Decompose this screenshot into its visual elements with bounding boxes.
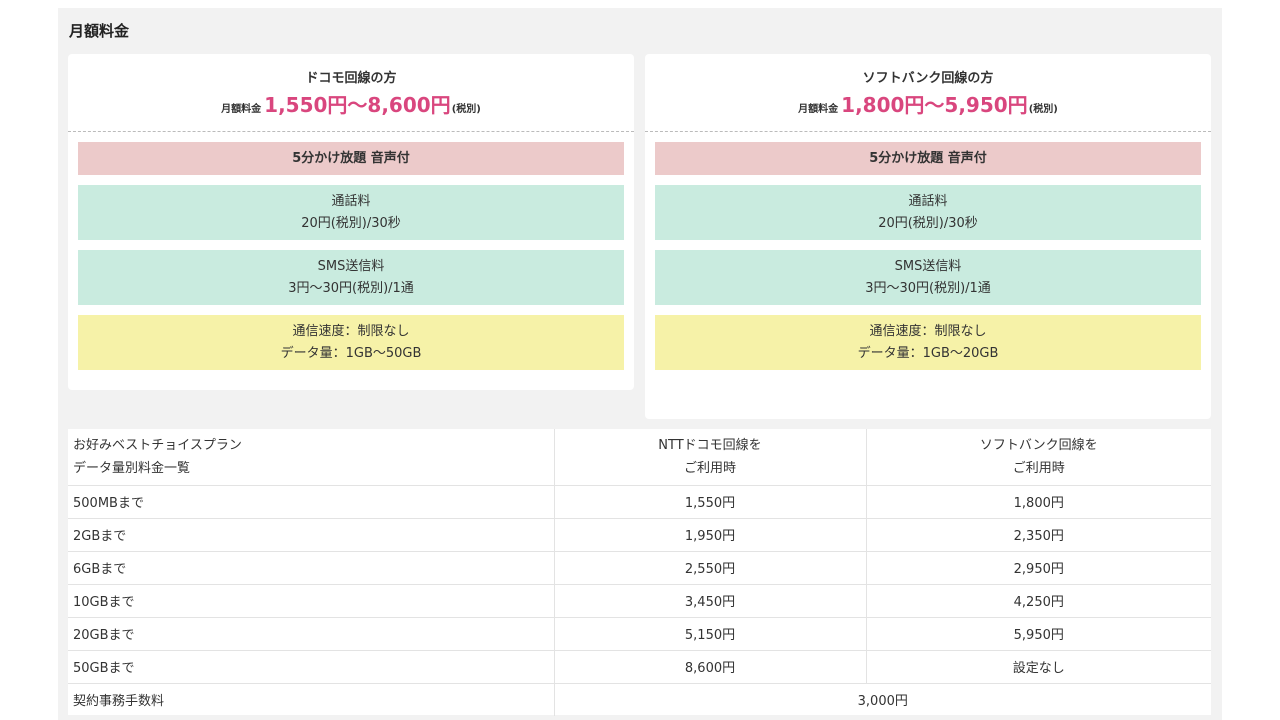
table-row: 50GBまで 8,600円 設定なし <box>68 650 1211 684</box>
row-docomo-price: 3,450円 <box>554 584 867 618</box>
plan-card-header: ソフトバンク回線の方 月額料金 1,800円〜5,950円(税別) <box>645 54 1211 132</box>
table-row: 2GBまで 1,950円 2,350円 <box>68 518 1211 552</box>
data-speed-box: 通信速度：制限なし データ量：1GB〜50GB <box>78 315 624 370</box>
row-label: 6GBまで <box>68 551 555 585</box>
row-docomo-price: 2,550円 <box>554 551 867 585</box>
header-docomo-line2: ご利用時 <box>683 460 736 476</box>
call-fee-value: 20円(税別)/30秒 <box>878 216 978 231</box>
price-tax: (税別) <box>451 104 481 115</box>
sms-fee-value: 3円〜30円(税別)/1通 <box>865 281 991 296</box>
row-docomo-price: 1,550円 <box>554 485 867 519</box>
call-fee-box: 通話料 20円(税別)/30秒 <box>655 185 1201 240</box>
header-plan-cell: お好みベストチョイスプラン データ量別料金一覧 <box>68 429 555 486</box>
row-softbank-price: 4,250円 <box>866 584 1211 618</box>
row-label: 50GBまで <box>68 650 555 684</box>
pricing-section: 月額料金 ドコモ回線の方 月額料金 1,550円〜8,600円(税別) 5分かけ放… <box>58 8 1222 720</box>
price-value: 1,550円〜8,600円 <box>264 93 451 117</box>
table-row: 500MBまで 1,550円 1,800円 <box>68 485 1211 519</box>
header-plan-line1: お好みベストチョイスプラン <box>73 437 242 453</box>
row-label: 20GBまで <box>68 617 555 651</box>
row-docomo-price: 8,600円 <box>554 650 867 684</box>
sms-fee-box: SMS送信料 3円〜30円(税別)/1通 <box>78 250 624 305</box>
sms-fee-title: SMS送信料 <box>317 259 385 274</box>
fee-value: 3,000円 <box>857 694 908 710</box>
price-line: 月額料金 1,550円〜8,600円(税別) <box>68 92 634 123</box>
price-label: 月額料金 <box>798 104 839 115</box>
call-fee-value: 20円(税別)/30秒 <box>301 216 401 231</box>
sms-fee-box: SMS送信料 3円〜30円(税別)/1通 <box>655 250 1201 305</box>
header-docomo-cell: NTTドコモ回線を ご利用時 <box>554 429 867 486</box>
row-docomo-price: 5,150円 <box>554 617 867 651</box>
plan-card-docomo: ドコモ回線の方 月額料金 1,550円〜8,600円(税別) 5分かけ放題 音声付… <box>68 54 634 390</box>
sms-fee-value: 3円〜30円(税別)/1通 <box>288 281 414 296</box>
header-softbank-cell: ソフトバンク回線を ご利用時 <box>866 429 1211 486</box>
table-row: 6GBまで 2,550円 2,950円 <box>68 551 1211 585</box>
row-softbank-price: 5,950円 <box>866 617 1211 651</box>
row-label: 500MBまで <box>68 485 555 519</box>
section-title: 月額料金 <box>69 22 130 40</box>
plan-name-box: 5分かけ放題 音声付 <box>655 142 1201 175</box>
sms-fee-title: SMS送信料 <box>894 259 962 274</box>
speed-text: 通信速度：制限なし <box>292 324 410 339</box>
plan-card-title: ソフトバンク回線の方 <box>862 71 994 86</box>
table-row: 20GBまで 5,150円 5,950円 <box>68 617 1211 651</box>
row-softbank-price: 2,350円 <box>866 518 1211 552</box>
table-header-row: お好みベストチョイスプラン データ量別料金一覧 NTTドコモ回線を ご利用時 ソ… <box>68 429 1211 486</box>
call-fee-box: 通話料 20円(税別)/30秒 <box>78 185 624 240</box>
price-line: 月額料金 1,800円〜5,950円(税別) <box>645 92 1211 123</box>
table-row: 10GBまで 3,450円 4,250円 <box>68 584 1211 618</box>
call-fee-title: 通話料 <box>331 194 371 209</box>
row-docomo-price: 1,950円 <box>554 518 867 552</box>
speed-text: 通信速度：制限なし <box>869 324 987 339</box>
price-table-wrapper: お好みベストチョイスプラン データ量別料金一覧 NTTドコモ回線を ご利用時 ソ… <box>68 429 1211 716</box>
header-plan-line2: データ量別料金一覧 <box>73 460 191 476</box>
header-softbank-line2: ご利用時 <box>1012 460 1065 476</box>
price-tax: (税別) <box>1028 104 1058 115</box>
plan-card-header: ドコモ回線の方 月額料金 1,550円〜8,600円(税別) <box>68 54 634 132</box>
price-label: 月額料金 <box>221 104 262 115</box>
row-softbank-price: 設定なし <box>866 650 1211 684</box>
plan-name-box: 5分かけ放題 音声付 <box>78 142 624 175</box>
row-label: 10GBまで <box>68 584 555 618</box>
plan-card-softbank: ソフトバンク回線の方 月額料金 1,800円〜5,950円(税別) 5分かけ放題 … <box>645 54 1211 419</box>
data-amount-text: データ量：1GB〜20GB <box>857 346 999 361</box>
data-amount-text: データ量：1GB〜50GB <box>280 346 422 361</box>
plan-card-title: ドコモ回線の方 <box>305 71 397 86</box>
header-softbank-line1: ソフトバンク回線を <box>979 437 1098 453</box>
data-speed-box: 通信速度：制限なし データ量：1GB〜20GB <box>655 315 1201 370</box>
row-softbank-price: 2,950円 <box>866 551 1211 585</box>
fee-label: 契約事務手数料 <box>68 683 555 716</box>
price-table: お好みベストチョイスプラン データ量別料金一覧 NTTドコモ回線を ご利用時 ソ… <box>68 429 1211 716</box>
header-docomo-line1: NTTドコモ回線を <box>658 437 762 453</box>
row-label: 2GBまで <box>68 518 555 552</box>
row-softbank-price: 1,800円 <box>866 485 1211 519</box>
fee-row: 契約事務手数料 3,000円 <box>68 683 1211 716</box>
call-fee-title: 通話料 <box>908 194 948 209</box>
price-value: 1,800円〜5,950円 <box>841 93 1028 117</box>
